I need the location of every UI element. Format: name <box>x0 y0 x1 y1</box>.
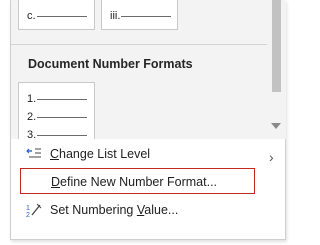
section-title-document-formats: Document Number Formats <box>28 57 193 71</box>
format-thumb-lowercase-roman[interactable]: iii. <box>101 0 178 30</box>
thumb-line <box>121 15 172 17</box>
svg-text:1: 1 <box>26 205 30 212</box>
thumb-line <box>36 15 87 17</box>
format-thumb-lowercase-letter[interactable]: c. <box>18 0 95 30</box>
scroll-down-arrow-icon[interactable] <box>271 123 281 129</box>
submenu-chevron-icon: › <box>269 149 274 165</box>
gallery-divider <box>11 44 267 45</box>
menu-item-label: Define New Number Format... <box>51 175 218 189</box>
numbering-library-gallery: c. iii. Document Number Formats 1. 2. 3. <box>11 0 267 139</box>
menu-item-set-numbering-value[interactable]: 1 2 Set Numbering Value... <box>20 197 255 223</box>
thumb-line <box>37 98 88 100</box>
thumb-marker: 3. <box>27 129 37 139</box>
format-thumb-document-numbered[interactable]: 1. 2. 3. <box>18 82 95 139</box>
scrollbar-thumb[interactable] <box>272 0 281 92</box>
menu-item-define-new-number-format[interactable]: Define New Number Format... <box>20 168 255 194</box>
thumb-line <box>37 116 88 118</box>
thumb-row: 1. <box>27 93 88 105</box>
thumb-marker: iii. <box>110 10 121 22</box>
thumb-marker: 1. <box>27 93 37 105</box>
thumb-line <box>37 134 88 136</box>
gallery-scrollbar[interactable] <box>267 0 286 139</box>
numbering-dropdown-menu: c. iii. Document Number Formats 1. 2. 3. <box>10 0 286 240</box>
thumb-row: 2. <box>27 111 88 123</box>
svg-text:2: 2 <box>26 212 30 217</box>
menu-item-label: Change List Level <box>50 147 151 161</box>
menu-item-label: Set Numbering Value... <box>50 203 179 217</box>
thumb-row: 3. <box>27 129 88 139</box>
thumb-row: iii. <box>110 10 172 22</box>
numbering-value-icon: 1 2 <box>26 203 42 219</box>
list-indent-icon <box>26 147 42 161</box>
thumb-marker: c. <box>27 10 36 22</box>
thumb-marker: 2. <box>27 111 37 123</box>
thumb-row: c. <box>27 10 87 22</box>
menu-item-change-list-level[interactable]: Change List Level <box>20 141 255 167</box>
